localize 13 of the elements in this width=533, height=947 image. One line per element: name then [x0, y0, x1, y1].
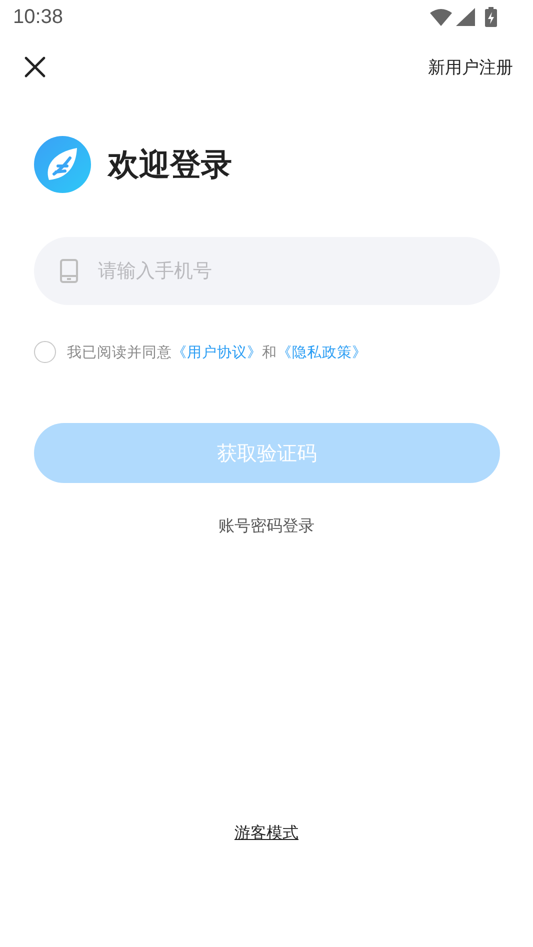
wifi-icon: [430, 8, 452, 26]
battery-charging-icon: [485, 7, 497, 27]
register-link[interactable]: 新用户注册: [428, 56, 513, 78]
close-button[interactable]: [22, 54, 48, 80]
password-login-link[interactable]: 账号密码登录: [218, 516, 314, 537]
leaf-logo-icon: [34, 136, 91, 193]
welcome-title: 欢迎登录: [108, 146, 232, 184]
status-time: 10:38: [13, 6, 64, 28]
phone-input-field[interactable]: 请输入手机号: [34, 237, 500, 305]
signal-icon: [456, 8, 475, 26]
guest-mode-link[interactable]: 游客模式: [234, 823, 298, 844]
agree-checkbox[interactable]: [34, 341, 56, 363]
agreement-text: 我已阅读并同意《用户协议》和《隐私政策》: [67, 344, 367, 362]
